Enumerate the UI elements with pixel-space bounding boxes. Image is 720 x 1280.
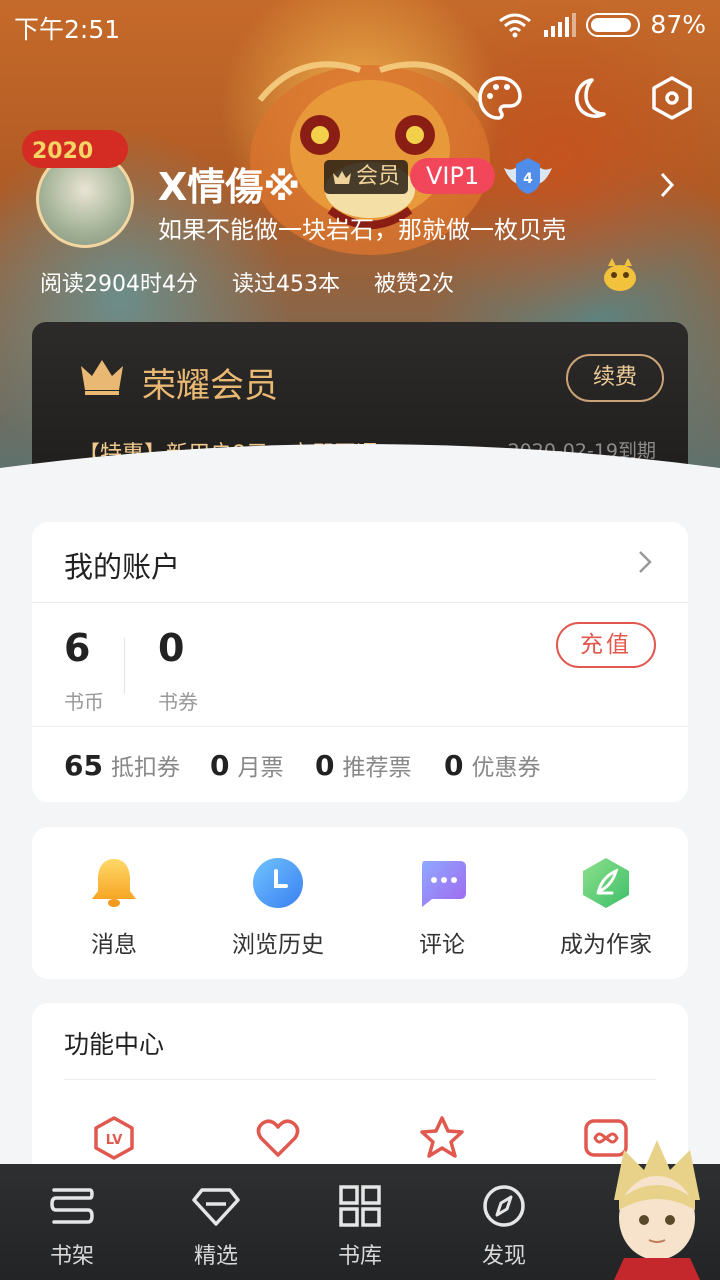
- tab-featured[interactable]: 精选: [156, 1182, 276, 1270]
- member-tag[interactable]: 会员: [324, 160, 409, 194]
- username[interactable]: X情傷※: [158, 156, 300, 211]
- ticket-value: 0: [210, 749, 230, 782]
- vouchers-label: 书券: [158, 690, 198, 714]
- heart-icon[interactable]: [255, 1115, 301, 1161]
- ticket-value: 0: [444, 749, 464, 782]
- clock-icon: [253, 858, 303, 908]
- svg-text:2020: 2020: [32, 139, 93, 164]
- tab-label: 精选: [193, 1244, 238, 1269]
- likes-count: 被赞2次: [374, 272, 454, 297]
- reading-time: 阅读2904时4分: [40, 272, 198, 297]
- coins-value[interactable]: 6: [64, 626, 90, 670]
- ticket-value: 0: [315, 749, 335, 782]
- ticket-deduction[interactable]: 65 抵扣券: [64, 748, 180, 782]
- divider: [64, 1079, 656, 1080]
- vip-level-tag[interactable]: VIP1: [410, 158, 496, 194]
- function-center-title: 功能中心: [64, 1030, 165, 1059]
- ticket-monthly[interactable]: 0 月票: [210, 748, 283, 782]
- star-icon[interactable]: [419, 1115, 465, 1161]
- comments-label: 评论: [419, 932, 465, 958]
- account-title[interactable]: 我的账户: [64, 544, 180, 586]
- wifi-icon: [499, 13, 532, 37]
- header-wave-divider: [0, 444, 720, 490]
- divider: [124, 638, 125, 694]
- recharge-button[interactable]: 充值: [556, 622, 656, 668]
- battery-percent: 87%: [650, 10, 706, 39]
- mascot-icon[interactable]: [598, 252, 642, 296]
- ticket-recommend[interactable]: 0 推荐票: [315, 748, 411, 782]
- diamond-icon: [192, 1188, 240, 1226]
- become-author-button[interactable]: 成为作家: [524, 855, 688, 959]
- become-author-label: 成为作家: [560, 932, 652, 958]
- quill-icon: [583, 858, 629, 908]
- profile-motto: 如果不能做一块岩石，那就做一枚贝壳: [158, 216, 566, 244]
- ticket-label: 推荐票: [342, 755, 412, 781]
- account-card: 我的账户 6 书币 0 书券 充值 65 抵扣券 0 月票 0 推荐票 0 优惠…: [32, 522, 688, 802]
- ticket-label: 抵扣券: [110, 755, 180, 781]
- tab-bookshelf[interactable]: 书架: [12, 1182, 132, 1270]
- tab-label: 书架: [49, 1244, 94, 1269]
- messages-button[interactable]: 消息: [32, 855, 196, 959]
- ticket-label: 优惠券: [471, 755, 541, 781]
- books-read: 读过453本: [232, 272, 340, 297]
- battery-icon: [586, 12, 641, 37]
- coins-label: 书币: [64, 690, 104, 714]
- chevron-right-icon[interactable]: [638, 550, 652, 574]
- level-icon[interactable]: LV: [91, 1115, 137, 1161]
- comments-button[interactable]: 评论: [360, 855, 524, 959]
- vip-title: 荣耀会员: [142, 366, 278, 406]
- new-year-badge-icon: 2020: [22, 130, 128, 168]
- divider: [32, 726, 688, 727]
- tab-label: 发现: [481, 1244, 526, 1269]
- moon-icon[interactable]: [562, 74, 610, 122]
- character-mascot-icon[interactable]: [594, 1140, 720, 1280]
- bell-icon: [92, 859, 136, 907]
- messages-label: 消息: [91, 932, 137, 958]
- crown-icon: [81, 360, 123, 395]
- tab-library[interactable]: 书库: [300, 1182, 420, 1270]
- svg-text:LV: LV: [106, 1133, 123, 1148]
- chevron-right-icon[interactable]: [656, 170, 678, 200]
- member-tag-label: 会员: [356, 164, 401, 189]
- tab-discover[interactable]: 发现: [444, 1182, 564, 1270]
- comment-icon: [422, 861, 466, 907]
- quick-actions-card: 消息 浏览历史 评论 成为作家: [32, 827, 688, 979]
- settings-hexagon-icon[interactable]: [648, 74, 696, 122]
- crown-icon: [333, 171, 351, 184]
- status-time: 下午2:51: [14, 15, 121, 44]
- level-badge-number: 4: [523, 171, 533, 187]
- level-shield-icon[interactable]: 4: [502, 154, 554, 198]
- history-button[interactable]: 浏览历史: [196, 855, 360, 959]
- compass-icon: [483, 1185, 525, 1227]
- vouchers-value[interactable]: 0: [158, 626, 184, 670]
- grid-icon: [339, 1185, 381, 1227]
- divider: [32, 602, 688, 603]
- history-label: 浏览历史: [232, 932, 324, 958]
- bookshelf-icon: [50, 1188, 94, 1224]
- ticket-value: 65: [64, 749, 103, 782]
- renew-button[interactable]: 续费: [566, 354, 664, 402]
- reading-stats: 阅读2904时4分 读过453本 被赞2次: [40, 266, 454, 298]
- signal-icon: [544, 12, 577, 37]
- palette-icon[interactable]: [476, 74, 524, 122]
- tab-label: 书库: [337, 1244, 382, 1269]
- status-bar: 下午2:51 87%: [0, 0, 720, 52]
- ticket-coupon[interactable]: 0 优惠券: [444, 748, 540, 782]
- ticket-label: 月票: [237, 755, 284, 781]
